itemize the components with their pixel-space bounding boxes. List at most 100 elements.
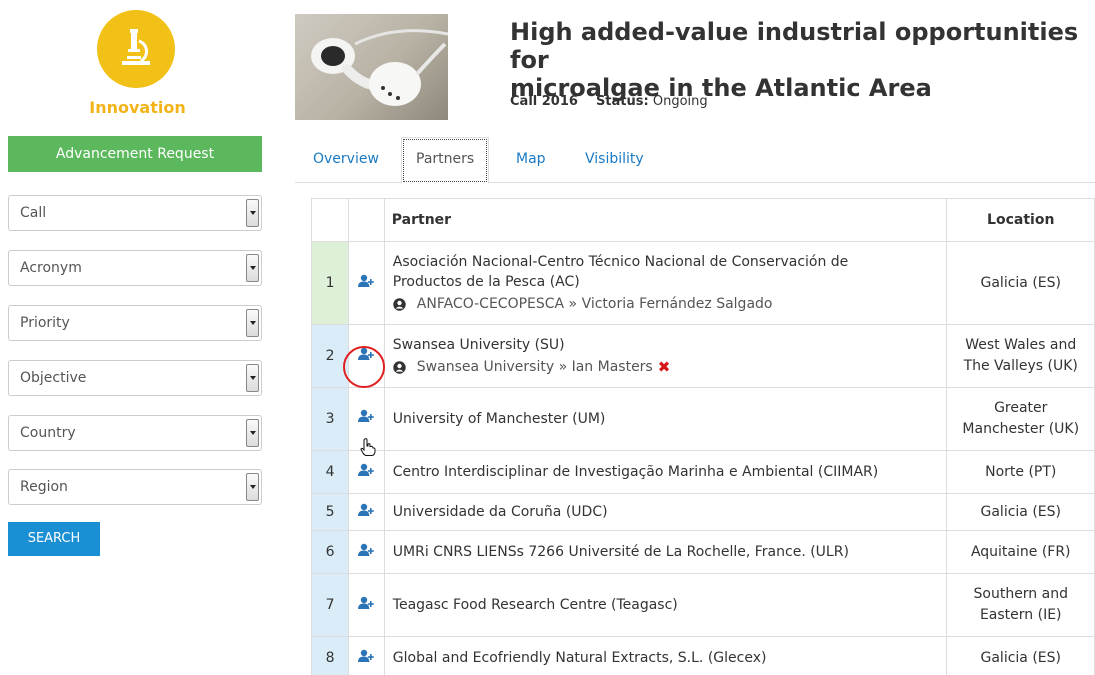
row-number: 7 bbox=[310, 573, 350, 637]
add-partner-button[interactable] bbox=[348, 493, 385, 531]
tab-visibility[interactable]: Visibility bbox=[585, 151, 644, 167]
search-button[interactable]: SEARCH bbox=[8, 522, 100, 556]
table-row: 7 Teagasc Food Research Centre (Teagasc)… bbox=[310, 573, 1095, 637]
row-number: 5 bbox=[310, 493, 350, 531]
select-label: Country bbox=[20, 425, 76, 441]
location-line: Southern and bbox=[973, 586, 1068, 602]
table-row: 4 Centro Interdisciplinar de Investigaçã… bbox=[310, 450, 1095, 494]
table-row: 1 Asociación Nacional-Centro Técnico Nac… bbox=[310, 241, 1095, 325]
partner-name: Universidade da Coruña (UDC) bbox=[392, 504, 608, 520]
add-partner-button[interactable] bbox=[348, 450, 385, 494]
partner-name: Asociación Nacional-Centro Técnico Nacio… bbox=[392, 254, 849, 270]
location-line: Eastern (IE) bbox=[979, 607, 1062, 623]
priority-select[interactable]: Priority bbox=[8, 305, 262, 341]
add-user-icon bbox=[358, 274, 375, 287]
row-number: 8 bbox=[310, 636, 350, 675]
header-action bbox=[348, 198, 385, 242]
dropdown-arrow-icon bbox=[246, 309, 259, 337]
add-partner-button[interactable] bbox=[348, 241, 385, 325]
add-user-icon bbox=[358, 503, 375, 516]
table-row: 8 Global and Ecofriendly Natural Extract… bbox=[310, 636, 1095, 675]
innovation-badge bbox=[97, 10, 175, 88]
select-label: Acronym bbox=[20, 260, 82, 276]
partner-cell: UMRi CNRS LIENSs 7266 Université de La R… bbox=[383, 530, 948, 574]
partner-cell: Teagasc Food Research Centre (Teagasc) bbox=[383, 573, 948, 637]
partner-name: University of Manchester (UM) bbox=[392, 411, 606, 427]
partner-contact: ANFACO-CECOPESCA » Victoria Fernández Sa… bbox=[393, 294, 939, 314]
hand-pointer-icon bbox=[360, 438, 376, 456]
location-cell: West Wales and The Valleys (UK) bbox=[946, 324, 1095, 388]
contact-text[interactable]: ANFACO-CECOPESCA » Victoria Fernández Sa… bbox=[417, 294, 773, 314]
partner-name: UMRi CNRS LIENSs 7266 Université de La R… bbox=[392, 544, 849, 560]
add-user-icon bbox=[358, 543, 375, 556]
partner-name: Global and Ecofriendly Natural Extracts,… bbox=[392, 650, 767, 666]
advancement-request-button[interactable]: Advancement Request bbox=[8, 136, 262, 172]
objective-select[interactable]: Objective bbox=[8, 360, 262, 396]
region-select[interactable]: Region bbox=[8, 469, 262, 505]
status-label: Status: bbox=[595, 94, 649, 109]
location-cell: Galicia (ES) bbox=[946, 636, 1095, 675]
project-meta: Call 2016 Status: Ongoing bbox=[510, 94, 708, 109]
header-partner: Partner bbox=[383, 198, 948, 242]
earphones-image bbox=[311, 29, 448, 106]
badge-label: Innovation bbox=[89, 98, 186, 117]
partner-cell: Asociación Nacional-Centro Técnico Nacio… bbox=[383, 241, 948, 325]
location-cell: Greater Manchester (UK) bbox=[946, 387, 1095, 451]
dropdown-arrow-icon bbox=[246, 473, 259, 501]
location-cell: Norte (PT) bbox=[946, 450, 1095, 494]
partner-name: Swansea University (SU) bbox=[392, 337, 565, 353]
add-user-icon bbox=[358, 463, 375, 476]
partners-table: Partner Location 1 Asociación Nacional-C… bbox=[310, 198, 1095, 675]
row-number: 3 bbox=[310, 387, 350, 451]
select-label: Objective bbox=[20, 370, 87, 386]
add-partner-button[interactable] bbox=[348, 636, 385, 675]
user-circle-icon bbox=[393, 360, 406, 374]
table-row: 5 Universidade da Coruña (UDC) Galicia (… bbox=[310, 493, 1095, 531]
location-line: West Wales and bbox=[965, 337, 1077, 353]
contact-text[interactable]: Swansea University » Ian Masters bbox=[417, 357, 653, 377]
partner-name: Teagasc Food Research Centre (Teagasc) bbox=[392, 597, 678, 613]
location-line: Galicia (ES) bbox=[980, 503, 1061, 520]
row-number: 4 bbox=[310, 450, 350, 494]
add-user-icon bbox=[358, 347, 375, 360]
table-row: 3 University of Manchester (UM) Greater M… bbox=[310, 387, 1095, 451]
acronym-select[interactable]: Acronym bbox=[8, 250, 262, 286]
dropdown-arrow-icon bbox=[246, 364, 259, 392]
add-partner-button[interactable] bbox=[348, 530, 385, 574]
tab-overview[interactable]: Overview bbox=[313, 151, 379, 167]
location-line: Greater bbox=[994, 400, 1048, 416]
select-label: Priority bbox=[20, 315, 70, 331]
location-cell: Aquitaine (FR) bbox=[946, 530, 1095, 574]
location-line: The Valleys (UK) bbox=[963, 358, 1078, 374]
row-number: 1 bbox=[310, 241, 350, 325]
title-line: High added-value industrial opportunitie… bbox=[510, 18, 1079, 74]
partner-cell: Swansea University (SU) Swansea Universi… bbox=[383, 324, 948, 388]
tab-partners[interactable]: Partners bbox=[401, 137, 490, 184]
partner-cell: Centro Interdisciplinar de Investigação … bbox=[383, 450, 948, 494]
row-number: 2 bbox=[310, 324, 350, 388]
table-header-row: Partner Location bbox=[310, 198, 1095, 242]
call-select[interactable]: Call bbox=[8, 195, 262, 231]
dropdown-arrow-icon bbox=[246, 419, 259, 447]
location-cell: Galicia (ES) bbox=[946, 493, 1095, 531]
location-line: Manchester (UK) bbox=[962, 421, 1080, 437]
table-row: 6 UMRi CNRS LIENSs 7266 Université de La… bbox=[310, 530, 1095, 574]
partner-name: Centro Interdisciplinar de Investigação … bbox=[392, 464, 879, 480]
add-partner-button[interactable] bbox=[348, 573, 385, 637]
location-line: Norte (PT) bbox=[985, 463, 1057, 480]
add-user-icon bbox=[358, 409, 375, 422]
project-image bbox=[295, 14, 448, 120]
header-location: Location bbox=[946, 198, 1095, 242]
country-select[interactable]: Country bbox=[8, 415, 262, 451]
add-user-icon bbox=[358, 596, 375, 609]
select-label: Call bbox=[20, 205, 47, 221]
project-title: High added-value industrial opportunitie… bbox=[510, 18, 1095, 102]
partner-contact: Swansea University » Ian Masters ✖ bbox=[393, 357, 939, 377]
tab-bar: Overview Partners Map Visibility bbox=[295, 137, 1095, 184]
tab-map[interactable]: Map bbox=[516, 151, 546, 167]
dropdown-arrow-icon bbox=[246, 199, 259, 227]
remove-contact-icon[interactable]: ✖ bbox=[658, 357, 671, 377]
user-circle-icon bbox=[393, 297, 406, 311]
add-partner-button[interactable] bbox=[348, 324, 385, 388]
partner-cell: Universidade da Coruña (UDC) bbox=[383, 493, 948, 531]
